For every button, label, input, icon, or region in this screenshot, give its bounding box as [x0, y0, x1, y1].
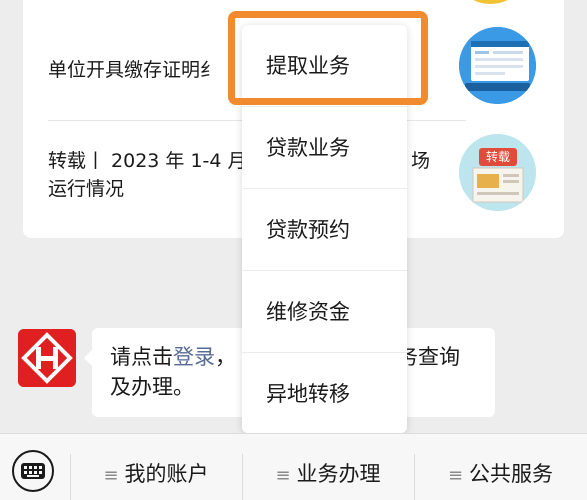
menu-lines-icon: ≡	[275, 465, 291, 486]
article-title-line2: 运行情况	[48, 178, 125, 200]
newspaper-icon	[459, 134, 536, 211]
submenu-item-remote-transfer[interactable]: 异地转移	[242, 353, 407, 435]
menu-business[interactable]: ≡ 业务办理	[242, 434, 414, 500]
chat-text-line2: 及办理。	[110, 375, 194, 399]
menu-lines-icon: ≡	[447, 465, 464, 486]
menu-label: 业务办理	[296, 462, 381, 486]
menu-public-service[interactable]: ≡ 公共服务	[414, 434, 587, 500]
submenu-item-loan-appointment[interactable]: 贷款预约	[242, 189, 407, 271]
h-logo-icon	[18, 329, 76, 387]
thumbnail-badge: 转载	[485, 150, 510, 164]
menu-label: 公共服务	[469, 462, 554, 486]
keyboard-toggle-button[interactable]	[12, 450, 54, 492]
menu-label: 我的账户	[124, 462, 209, 486]
article-thumbnail[interactable]: 转载	[459, 134, 536, 211]
highlight-box	[228, 11, 428, 105]
chat-text-prefix: 请点击	[110, 345, 173, 369]
bottom-menu-bar: ≡ 我的账户 ≡ 业务办理 ≡ 公共服务	[0, 433, 587, 500]
menu-my-account[interactable]: ≡ 我的账户	[70, 434, 242, 500]
article-title-tail: 场	[411, 150, 431, 172]
chat-text-comma: ，	[215, 345, 236, 369]
article-title-line1: 转载丨 2023 年 1-4 月	[48, 150, 247, 172]
menu-lines-icon: ≡	[103, 465, 119, 486]
avatar[interactable]	[18, 329, 76, 387]
login-link[interactable]: 登录	[173, 345, 215, 369]
document-screenshot-icon	[459, 27, 536, 104]
article-thumbnail[interactable]	[459, 27, 536, 104]
submenu-item-maintenance-fund[interactable]: 维修资金	[242, 271, 407, 353]
keyboard-icon	[21, 463, 45, 479]
submenu-item-loan[interactable]: 贷款业务	[242, 107, 407, 189]
